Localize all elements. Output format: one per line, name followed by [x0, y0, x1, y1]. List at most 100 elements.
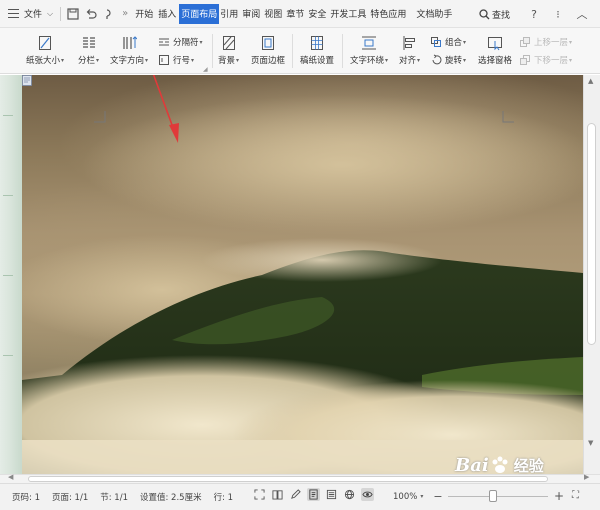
selection-pane-icon	[488, 37, 502, 51]
bring-forward-button[interactable]: 上移一层 ▾	[519, 36, 572, 48]
text-wrap-button[interactable]: 文字环绕 ▾	[350, 35, 388, 66]
zoom-level[interactable]: 100%	[393, 492, 417, 502]
dropdown-arrow-icon: ▾	[191, 56, 195, 64]
save-icon[interactable]	[65, 6, 81, 22]
outline-view-icon[interactable]	[325, 488, 338, 501]
undo-icon[interactable]	[83, 6, 99, 22]
search-button[interactable]: 查找	[479, 8, 510, 21]
document-page-image[interactable]	[22, 75, 583, 474]
text-direction-button[interactable]: 文字方向 ▾	[110, 35, 148, 66]
tab-page-layout[interactable]: 页面布局	[179, 3, 220, 24]
tab-security[interactable]: 安全	[307, 4, 327, 24]
scroll-up-icon[interactable]: ▲	[588, 77, 593, 85]
file-menu-button[interactable]: 文件 ⌵	[2, 4, 57, 24]
pages-status[interactable]: 页面: 1/1	[52, 491, 88, 503]
background-label: 背景	[218, 56, 236, 66]
dialog-launcher-icon[interactable]: ◢	[203, 66, 208, 73]
tab-insert[interactable]: 插入	[157, 4, 177, 24]
dropdown-arrow-icon: ▾	[463, 56, 467, 64]
margin-corner-mark	[502, 111, 514, 123]
fullscreen-icon[interactable]	[253, 488, 266, 501]
ribbon-divider	[292, 34, 293, 68]
summit-fog	[202, 238, 442, 282]
eye-protection-icon[interactable]	[361, 488, 374, 501]
landscape-photo	[22, 75, 583, 474]
line-number-label: 行号	[173, 56, 191, 66]
zoom-dropdown-icon[interactable]: ▾	[420, 493, 423, 500]
tab-view[interactable]: 视图	[263, 4, 283, 24]
tab-doc-assistant[interactable]: 文档助手	[415, 4, 453, 24]
ruler-tick	[3, 195, 13, 196]
dropdown-arrow-icon: ▾	[61, 56, 65, 64]
dropdown-arrow-icon: ▾	[463, 38, 467, 46]
redo-icon[interactable]	[101, 6, 117, 22]
line-number-button[interactable]: 行号 ▾	[158, 54, 194, 66]
paper-size-button[interactable]: 纸张大小 ▾	[26, 35, 64, 66]
dropdown-arrow-icon: ▾	[569, 38, 573, 46]
scroll-left-icon[interactable]: ◀	[8, 473, 13, 481]
zoom-out-icon[interactable]: −	[433, 490, 442, 503]
group-icon	[431, 37, 441, 47]
status-bar: 页码: 1 页面: 1/1 节: 1/1 设置值: 2.5厘米 行: 1 100…	[0, 483, 600, 510]
page-view-icon[interactable]	[307, 488, 320, 501]
zoom-slider-handle[interactable]	[489, 490, 497, 502]
page-border-icon	[262, 36, 274, 50]
tab-chapter[interactable]: 章节	[285, 4, 305, 24]
vertical-scroll-thumb[interactable]	[587, 123, 596, 345]
ruler-tick	[3, 275, 13, 276]
rotate-button[interactable]: 旋转 ▾	[430, 54, 466, 66]
dropdown-arrow-icon: ▾	[385, 56, 389, 64]
rotate-label: 旋转	[445, 56, 463, 66]
background-button[interactable]: 背景 ▾	[218, 35, 239, 66]
align-button[interactable]: 对齐 ▾	[399, 35, 420, 66]
scroll-down-icon[interactable]: ▼	[588, 439, 593, 447]
separator-button[interactable]: 分隔符 ▾	[158, 36, 203, 48]
rotate-icon	[432, 54, 442, 65]
tab-references[interactable]: 引用	[219, 4, 239, 24]
tab-review[interactable]: 审阅	[241, 4, 261, 24]
ribbon-toolbar: 纸张大小 ▾ 分栏 ▾ 文字方向 ▾ 分隔符 ▾ 行号 ▾ ◢ 背景 ▾ 页面边框 稿纸设置…	[0, 28, 600, 74]
selection-pane-button[interactable]: 选择窗格	[478, 35, 512, 66]
web-view-icon[interactable]	[343, 488, 356, 501]
more-icon[interactable]: »	[122, 8, 128, 19]
reading-mode-icon[interactable]	[271, 488, 284, 501]
more-options-icon[interactable]: ⁝	[550, 6, 566, 22]
zoom-slider-track[interactable]	[448, 496, 548, 497]
fit-page-icon[interactable]: ⛶	[572, 490, 579, 501]
section-status[interactable]: 节: 1/1	[100, 491, 128, 503]
columns-button[interactable]: 分栏 ▾	[78, 35, 99, 66]
zoom-in-icon[interactable]: +	[554, 489, 564, 503]
page-border-button[interactable]: 页面边框	[251, 35, 285, 66]
send-backward-button[interactable]: 下移一层 ▾	[519, 54, 572, 66]
setting-value-status[interactable]: 设置值: 2.5厘米	[140, 491, 202, 503]
separator-label: 分隔符	[173, 38, 199, 48]
pen-icon[interactable]	[289, 488, 302, 501]
ribbon-divider	[212, 34, 213, 68]
separator-icon	[159, 38, 169, 46]
zoom-control: 100% ▾ −	[393, 490, 443, 503]
file-menu-label: 文件	[24, 10, 43, 20]
vertical-scrollbar[interactable]: ▲ ▼	[583, 75, 600, 474]
text-wrap-icon	[362, 36, 377, 50]
paper-size-icon	[39, 36, 52, 50]
background-icon	[222, 36, 235, 50]
ruler-tick	[3, 355, 13, 356]
group-button[interactable]: 组合 ▾	[430, 36, 466, 48]
row-status[interactable]: 行: 1	[214, 491, 233, 503]
text-direction-icon	[123, 36, 138, 49]
help-icon[interactable]: ?	[526, 6, 542, 22]
tab-special[interactable]: 特色应用	[369, 4, 407, 24]
group-label: 组合	[445, 38, 463, 48]
manuscript-icon	[311, 36, 323, 50]
watermark-text-cn: 经验	[513, 456, 544, 475]
watermark-text: Bai	[455, 454, 489, 476]
page-number-status[interactable]: 页码: 1	[12, 491, 40, 503]
dropdown-arrow-icon: ▾	[145, 56, 149, 64]
chevron-down-icon: ⌵	[47, 8, 54, 18]
collapse-ribbon-icon[interactable]: ︿	[574, 6, 590, 22]
tab-developer[interactable]: 开发工具	[329, 4, 367, 24]
dropdown-arrow-icon: ▾	[569, 56, 573, 64]
tab-start[interactable]: 开始	[134, 4, 154, 24]
send-backward-icon	[520, 55, 530, 65]
manuscript-settings-button[interactable]: 稿纸设置	[300, 35, 334, 66]
